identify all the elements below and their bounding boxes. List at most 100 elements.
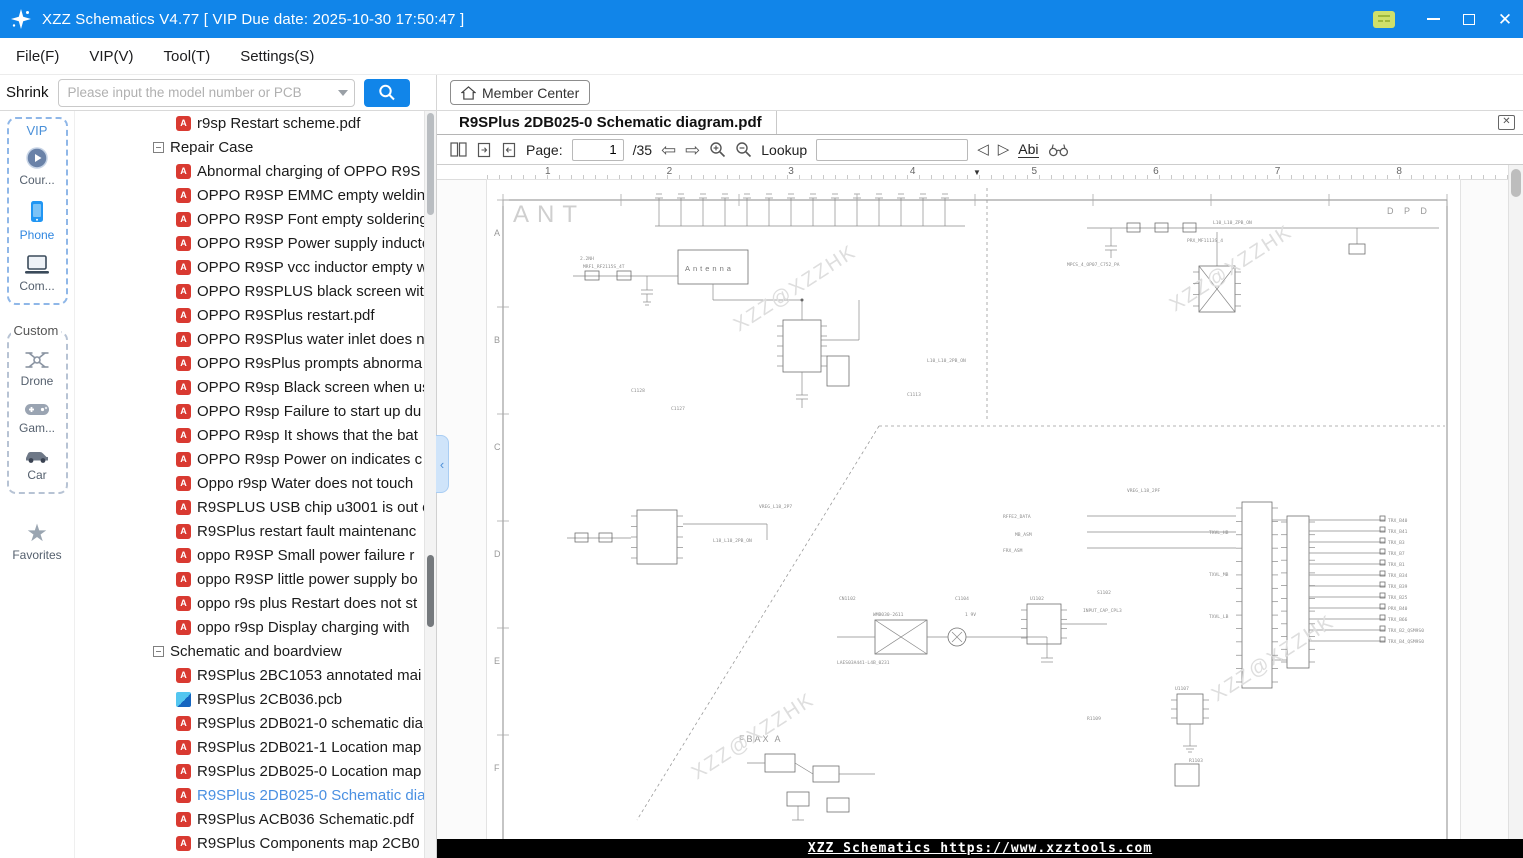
tree-item[interactable]: AR9SPlus restart fault maintenanc — [75, 519, 424, 543]
menu-vip[interactable]: VIP(V) — [89, 48, 133, 65]
lookup-input[interactable] — [816, 139, 968, 161]
schematic-ref-label: 2.2NH — [580, 256, 594, 262]
tree-item[interactable]: AR9SPlus 2DB021-0 schematic dia — [75, 711, 424, 735]
tree-item[interactable]: AAbnormal charging of OPPO R9S — [75, 159, 424, 183]
document-tab[interactable]: R9SPlus 2DB025-0 Schematic diagram.pdf — [437, 111, 777, 134]
sidebar-item-game[interactable]: Gam... — [19, 400, 55, 435]
sidebar-item-course[interactable]: Cour... — [19, 146, 54, 187]
tree-item[interactable]: AOPPO R9SPlus restart.pdf — [75, 303, 424, 327]
pdf-file-icon: A — [176, 572, 191, 587]
maximize-button[interactable] — [1451, 0, 1487, 38]
tree-item[interactable]: Aoppo R9SP Small power failure r — [75, 543, 424, 567]
tree-item[interactable]: Schematic and boardview — [75, 639, 424, 663]
panel-collapse-handle[interactable]: ‹ — [436, 435, 449, 493]
shrink-button[interactable]: Shrink — [6, 84, 49, 101]
sidebar-item-phone[interactable]: Phone — [20, 199, 55, 242]
tree-item[interactable]: AOPPO R9SPlus water inlet does n — [75, 327, 424, 351]
schematic-pin-label: TRX_B2_QSM9S0 — [1388, 628, 1424, 634]
tree-item[interactable]: Aoppo R9SP little power supply bo — [75, 567, 424, 591]
match-case-toggle[interactable]: Abi — [1018, 142, 1038, 158]
fit-width-icon[interactable] — [501, 142, 517, 158]
tree-item[interactable]: AOPPO R9sp Power on indicates c — [75, 447, 424, 471]
tree-item[interactable]: AOPPO R9SP Font empty soldering — [75, 207, 424, 231]
tree-item[interactable]: Aoppo r9s plus Restart does not st — [75, 591, 424, 615]
schematic-corner-label: D P D — [1387, 206, 1431, 216]
tree-item[interactable]: AOppo r9sp Water does not touch — [75, 471, 424, 495]
minimize-icon — [1427, 18, 1440, 20]
viewer-scrollbar[interactable] — [1508, 165, 1523, 839]
schematic-pin-label: TRX_B7 — [1388, 551, 1405, 557]
tree-item-label: R9SPlus 2CB036.pcb — [197, 691, 342, 708]
two-page-view-icon[interactable] — [450, 142, 467, 157]
minimize-button[interactable] — [1415, 0, 1451, 38]
tree-item[interactable]: R9SPlus 2CB036.pcb — [75, 687, 424, 711]
sidebar-item-computer[interactable]: Com... — [19, 254, 54, 293]
play-circle-icon — [25, 146, 49, 170]
viewer-scrollbar-thumb[interactable] — [1511, 169, 1521, 197]
tree-item[interactable]: Aoppo r9sp Display charging with — [75, 615, 424, 639]
tree-item[interactable]: AOPPO R9sPlus prompts abnorma — [75, 351, 424, 375]
tree-scrollbar[interactable] — [424, 111, 436, 858]
laptop-icon — [24, 254, 50, 276]
sidebar-item-label: Cour... — [19, 173, 54, 187]
calculator-icon[interactable] — [1373, 11, 1395, 28]
next-match-icon[interactable]: ▷ — [998, 142, 1010, 157]
menu-settings[interactable]: Settings(S) — [240, 48, 314, 65]
collapse-box-icon[interactable] — [153, 142, 164, 153]
tree-item[interactable]: AOPPO R9SPLUS black screen with — [75, 279, 424, 303]
pdf-file-icon: A — [176, 788, 191, 803]
chevron-down-icon[interactable] — [338, 90, 348, 96]
tree-item[interactable]: AOPPO R9SP vcc inductor empty w — [75, 255, 424, 279]
tree-item[interactable]: AR9SPlus Components map 2CB0 — [75, 831, 424, 855]
sidebar-item-favorites[interactable]: ★ Favorites — [12, 522, 61, 562]
tree-item[interactable]: AOPPO R9SP EMMC empty weldin — [75, 183, 424, 207]
custom-section-label: Custom — [11, 323, 62, 338]
tree-item[interactable]: AOPPO R9sp Black screen when us — [75, 375, 424, 399]
previous-match-icon[interactable]: ◁ — [977, 142, 989, 157]
page-number-input[interactable] — [572, 139, 624, 161]
search-area: Shrink — [0, 75, 437, 110]
previous-page-icon[interactable]: ⇦ — [661, 141, 676, 159]
tree-item[interactable]: AR9SPlus 2DB025-0 Location map — [75, 759, 424, 783]
pdf-file-icon: A — [176, 308, 191, 323]
zone-letter: E — [494, 656, 500, 666]
tree-item[interactable]: AR9SPlus ACB036 Schematic.pdf — [75, 807, 424, 831]
tree-item[interactable]: Ar9sp Restart scheme.pdf — [75, 111, 424, 135]
search-button[interactable] — [364, 79, 410, 107]
tree-item[interactable]: AR9SPlus 2DB025-0 Schematic dia — [75, 783, 424, 807]
horizontal-ruler: ▼ 12345678 — [437, 165, 1508, 180]
schematic-ref-label: PRX_MF1113S_4 — [1187, 238, 1223, 244]
collapse-left-icon: ‹ — [440, 457, 444, 472]
menu-file[interactable]: File(F) — [16, 48, 59, 65]
zoom-out-icon[interactable] — [735, 141, 752, 158]
member-center-button[interactable]: Member Center — [450, 80, 590, 105]
next-page-icon[interactable]: ⇨ — [685, 141, 700, 159]
pdf-file-icon: A — [176, 524, 191, 539]
tree-item[interactable]: AOPPO R9sp Failure to start up du — [75, 399, 424, 423]
schematic-pin-label: PRX_B40 — [1388, 606, 1408, 612]
zoom-in-icon[interactable] — [709, 141, 726, 158]
close-document-icon[interactable]: ✕ — [1498, 115, 1515, 130]
tree-item[interactable]: AOPPO R9sp It shows that the bat — [75, 423, 424, 447]
sidebar-item-drone[interactable]: Drone — [21, 349, 54, 388]
schematic-pin-label: TRX_B40 — [1388, 518, 1408, 524]
schematic-ref-label: TXVL_HB — [1209, 530, 1229, 536]
tree-item[interactable]: Repair Case — [75, 135, 424, 159]
search-input[interactable] — [58, 79, 355, 107]
tree-scrollbar-handle[interactable] — [427, 555, 434, 627]
tree-item-label: R9SPlus 2DB025-0 Location map — [197, 763, 421, 780]
tree-item[interactable]: AR9SPlus 2DB021-1 Location map — [75, 735, 424, 759]
menu-tool[interactable]: Tool(T) — [164, 48, 211, 65]
window-title: XZZ Schematics V4.77 [ VIP Due date: 202… — [42, 11, 464, 28]
sidebar-item-car[interactable]: Car — [23, 447, 51, 482]
close-button[interactable]: ✕ — [1487, 0, 1523, 38]
pdf-file-icon: A — [176, 236, 191, 251]
tree-item[interactable]: AR9SPLUS USB chip u3001 is out o — [75, 495, 424, 519]
fit-page-icon[interactable] — [476, 142, 492, 158]
tree-item[interactable]: AOPPO R9SP Power supply inducto — [75, 231, 424, 255]
tree-item[interactable]: AR9SPlus 2BC1053 annotated mai — [75, 663, 424, 687]
binoculars-icon[interactable] — [1048, 142, 1069, 157]
sidebar-item-label: Phone — [20, 228, 55, 242]
collapse-box-icon[interactable] — [153, 646, 164, 657]
tree-scrollbar-thumb[interactable] — [427, 113, 434, 215]
